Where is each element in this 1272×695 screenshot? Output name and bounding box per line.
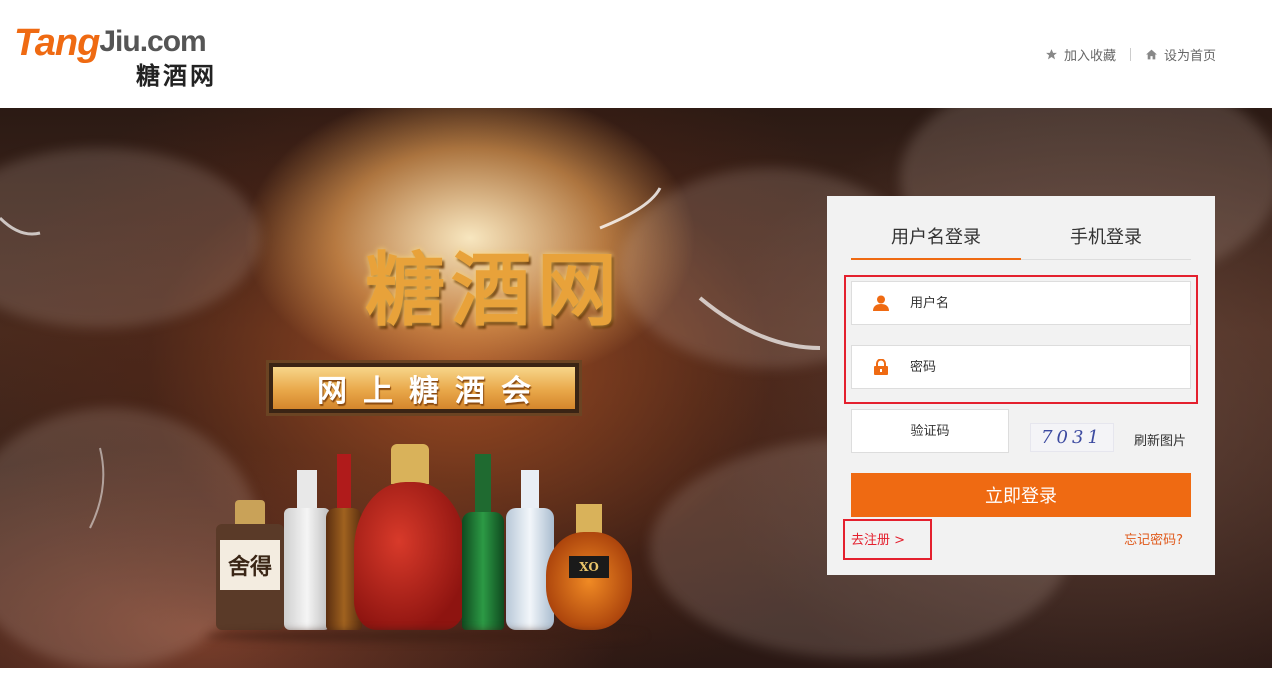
- username-field: [851, 281, 1191, 325]
- star-icon: [1046, 49, 1057, 60]
- bottle-white: [284, 470, 330, 630]
- password-field: [851, 345, 1191, 389]
- username-input[interactable]: [910, 295, 1170, 311]
- captcha-image[interactable]: 7031: [1030, 423, 1114, 452]
- login-button[interactable]: 立即登录: [851, 473, 1191, 517]
- login-tabs: 用户名登录 手机登录: [851, 224, 1191, 260]
- banner-plaque: 网上糖酒会: [266, 360, 582, 416]
- top-links: 加入收藏 设为首页: [1045, 45, 1216, 64]
- password-input[interactable]: [910, 359, 1170, 375]
- link-divider: [1129, 48, 1131, 61]
- tab-username-login[interactable]: 用户名登录: [851, 224, 1021, 260]
- bottle-beer-green: [462, 454, 504, 630]
- bottle-red-jar: [354, 444, 466, 630]
- banner-title: 糖酒网: [365, 243, 623, 337]
- plaque-text: 网上糖酒会: [273, 367, 575, 409]
- forgot-password-link[interactable]: 忘记密码?: [1124, 529, 1183, 548]
- logo-chinese: 糖酒网: [136, 61, 217, 90]
- lock-icon: [852, 359, 910, 375]
- register-link[interactable]: 去注册 >: [851, 529, 905, 548]
- bottle-shede: 舍得: [216, 500, 284, 630]
- bottle-shadow: [205, 630, 645, 642]
- bottle-label: 舍得: [220, 540, 280, 590]
- site-logo[interactable]: TangJiu.com 糖酒网: [14, 22, 259, 90]
- page-header: TangJiu.com 糖酒网 加入收藏 设为首页: [0, 0, 1272, 108]
- captcha-field: [851, 409, 1009, 453]
- bottle-xo: XO: [546, 504, 632, 630]
- tab-phone-login[interactable]: 手机登录: [1021, 224, 1191, 259]
- set-homepage-link[interactable]: 设为首页: [1145, 45, 1216, 64]
- user-icon: [852, 295, 910, 311]
- home-icon: [1146, 49, 1157, 60]
- bottle-label: XO: [569, 556, 609, 578]
- refresh-captcha-link[interactable]: 刷新图片: [1134, 430, 1186, 449]
- login-panel: 用户名登录 手机登录 7031 刷新图片 立即登录 去注册 > 忘记密码?: [827, 196, 1215, 575]
- captcha-input[interactable]: [855, 423, 1005, 439]
- add-favorite-link[interactable]: 加入收藏: [1045, 45, 1116, 64]
